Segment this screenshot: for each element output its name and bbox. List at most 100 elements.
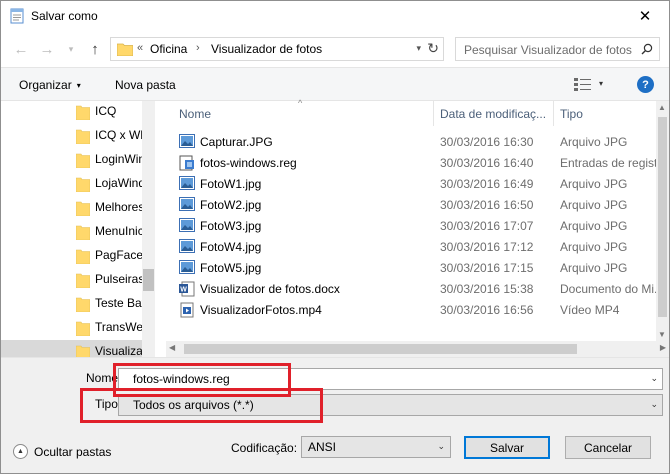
file-name: FotoW4.jpg [200, 240, 262, 254]
help-icon[interactable]: ? [637, 76, 654, 93]
folder-icon [75, 272, 91, 291]
tree-item[interactable]: TransWeb [1, 316, 142, 340]
file-name: FotoW1.jpg [200, 177, 262, 191]
file-date: 30/03/2016 17:12 [440, 240, 534, 254]
tree-item[interactable]: Pulseiras [1, 268, 142, 292]
file-row[interactable]: FotoW5.jpg 30/03/2016 17:15 Arquivo JPG [166, 257, 669, 278]
column-type[interactable]: Tipo [554, 101, 669, 126]
navigation-bar: ← → ▾ ↑ « Oficina › Visualizador de foto… [1, 32, 669, 66]
chevron-down-icon[interactable]: ⌄ [650, 399, 658, 410]
navigation-pane[interactable]: Visualizador TransWeb Teste Bateria Pulseir… [1, 101, 155, 357]
back-button[interactable]: ← [11, 40, 31, 58]
view-options-icon[interactable] [574, 78, 592, 91]
word-doc-icon: W [179, 281, 195, 300]
forward-button[interactable]: → [37, 40, 57, 58]
tree-item[interactable]: Melhores [1, 196, 142, 220]
file-name: VisualizadorFotos.mp4 [200, 303, 322, 317]
window-title: Salvar como [31, 9, 98, 23]
folder-icon [75, 248, 91, 267]
hide-folders-label: Ocultar pastas [34, 445, 112, 459]
tree-item[interactable]: Visualizador [1, 340, 142, 357]
file-row[interactable]: FotoW4.jpg 30/03/2016 17:12 Arquivo JPG [166, 236, 669, 257]
forward-arrow-icon: → [39, 40, 55, 58]
tree-item-label: LojaWindows [95, 176, 142, 190]
tree-item-label: Teste Bateria [95, 296, 142, 310]
search-input[interactable]: Pesquisar Visualizador de fotos [455, 37, 660, 61]
tree-item[interactable]: LoginWindows [1, 148, 142, 172]
chevron-down-icon: ⌄ [437, 441, 445, 451]
tree-item-label: Pulseiras [95, 272, 142, 286]
folder-icon [75, 344, 91, 357]
file-row[interactable]: VisualizadorFotos.mp4 30/03/2016 16:56 Víd… [166, 299, 669, 320]
refresh-icon[interactable]: ↻ [427, 40, 439, 57]
file-type: Arquivo JPG [560, 219, 628, 233]
folder-icon [75, 152, 91, 171]
address-bar[interactable]: « Oficina › Visualizador de fotos ▾ ↻ [110, 37, 444, 61]
image-icon [179, 176, 195, 193]
scroll-left-icon[interactable]: ◀ [169, 343, 175, 352]
file-date: 30/03/2016 15:38 [440, 282, 534, 296]
chevron-down-icon[interactable]: ⌄ [650, 373, 658, 384]
breadcrumb-visualizador[interactable]: Visualizador de fotos [211, 42, 322, 56]
title-bar: Salvar como ✕ [1, 1, 669, 32]
file-row[interactable]: FotoW1.jpg 30/03/2016 16:49 Arquivo JPG [166, 173, 669, 194]
column-date[interactable]: Data de modificaç... [434, 101, 554, 126]
file-row[interactable]: W Visualizador de fotos.docx 30/03/2016 15… [166, 278, 669, 299]
folder-icon [75, 296, 91, 315]
tree-item[interactable]: MenuIniciar [1, 220, 142, 244]
breadcrumb-oficina[interactable]: Oficina [150, 42, 187, 56]
folder-icon [117, 43, 133, 56]
tree-item[interactable]: PagFace [1, 244, 142, 268]
file-date: 30/03/2016 17:15 [440, 261, 534, 275]
video-icon [179, 302, 195, 321]
tree-item-label: TransWeb [95, 320, 142, 334]
tree-item[interactable]: Teste Bateria [1, 292, 142, 316]
encoding-value: ANSI [308, 440, 337, 454]
tree-scrollbar[interactable] [142, 101, 155, 357]
scroll-down-icon[interactable]: ▼ [658, 330, 666, 339]
file-row[interactable]: Capturar.JPG 30/03/2016 16:30 Arquivo JPG [166, 131, 669, 152]
tree-item-label: Visualizador [95, 344, 142, 357]
recent-locations-button[interactable]: ▾ [61, 40, 81, 58]
file-name: Capturar.JPG [200, 135, 273, 149]
tree-item[interactable]: ICQ x WhatsApp [1, 124, 142, 148]
organize-label: Organizar [19, 78, 72, 92]
file-type: Documento do Mi... [560, 282, 664, 296]
chevron-down-icon: ▾ [68, 43, 74, 54]
file-date: 30/03/2016 16:49 [440, 177, 534, 191]
breadcrumb-separator-icon[interactable]: › [196, 42, 200, 54]
view-dropdown-icon[interactable]: ▾ [599, 79, 603, 88]
file-name: FotoW2.jpg [200, 198, 262, 212]
folder-icon [75, 320, 91, 339]
file-name: FotoW5.jpg [200, 261, 262, 275]
file-list-vertical-scrollbar[interactable]: ▲ ▼ [656, 101, 669, 341]
file-list[interactable]: ^ Nome Data de modificaç... Tipo Captura… [166, 98, 669, 357]
file-type: Arquivo JPG [560, 261, 628, 275]
file-row[interactable]: fotos-windows.reg 30/03/2016 16:40 Entrada… [166, 152, 669, 173]
file-type: Arquivo JPG [560, 135, 628, 149]
collapse-up-icon: ▲ [13, 444, 28, 459]
organize-button[interactable]: Organizar ▾ [19, 78, 81, 92]
tree-scroll-thumb[interactable] [143, 269, 154, 291]
close-button[interactable]: ✕ [623, 1, 667, 31]
file-row[interactable]: FotoW2.jpg 30/03/2016 16:50 Arquivo JPG [166, 194, 669, 215]
save-button[interactable]: Salvar [464, 436, 550, 459]
notepad-icon [10, 8, 24, 24]
file-list-horizontal-scrollbar[interactable]: ◀ ▶ [166, 341, 669, 357]
column-name[interactable]: Nome [166, 101, 434, 126]
cancel-button[interactable]: Cancelar [565, 436, 651, 459]
overflow-chevron-icon[interactable]: « [137, 42, 143, 54]
file-row[interactable]: FotoW3.jpg 30/03/2016 17:07 Arquivo JPG [166, 215, 669, 236]
address-dropdown-icon[interactable]: ▾ [416, 43, 421, 54]
save-form: Nome: fotos-windows.reg ⌄ Tipo: Todos os… [1, 357, 669, 473]
new-folder-button[interactable]: Nova pasta [115, 78, 176, 92]
vertical-scroll-thumb[interactable] [658, 117, 667, 317]
encoding-select[interactable]: ANSI ⌄ [301, 436, 451, 458]
pane-splitter[interactable] [155, 101, 166, 357]
scroll-up-icon[interactable]: ▲ [658, 103, 666, 112]
up-folder-button[interactable]: ↑ [85, 40, 105, 58]
horizontal-scroll-thumb[interactable] [184, 344, 577, 354]
scroll-right-icon[interactable]: ▶ [660, 343, 666, 352]
tree-item[interactable]: ICQ [1, 101, 142, 124]
tree-item[interactable]: LojaWindows [1, 172, 142, 196]
